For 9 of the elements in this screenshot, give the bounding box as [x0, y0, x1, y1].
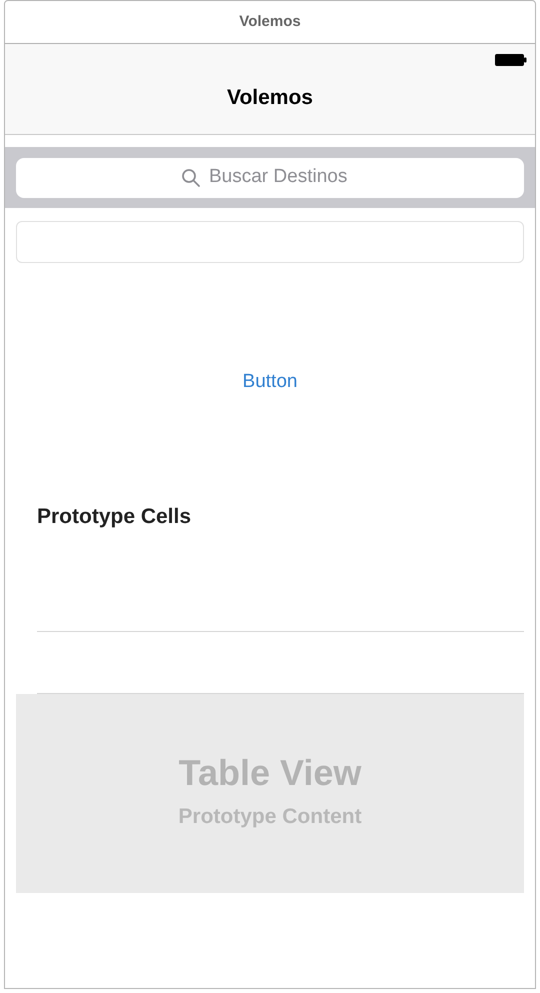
button[interactable]: Button — [240, 368, 300, 396]
battery-icon — [495, 52, 527, 66]
search-icon — [181, 168, 201, 188]
search-input[interactable]: Buscar Destinos — [209, 163, 359, 192]
window-title: Volemos — [239, 12, 301, 32]
navigation-title: Volemos — [227, 84, 313, 111]
search-field[interactable]: Buscar Destinos — [16, 158, 524, 198]
text-field[interactable] — [16, 221, 524, 263]
section-header: Prototype Cells — [37, 504, 192, 530]
